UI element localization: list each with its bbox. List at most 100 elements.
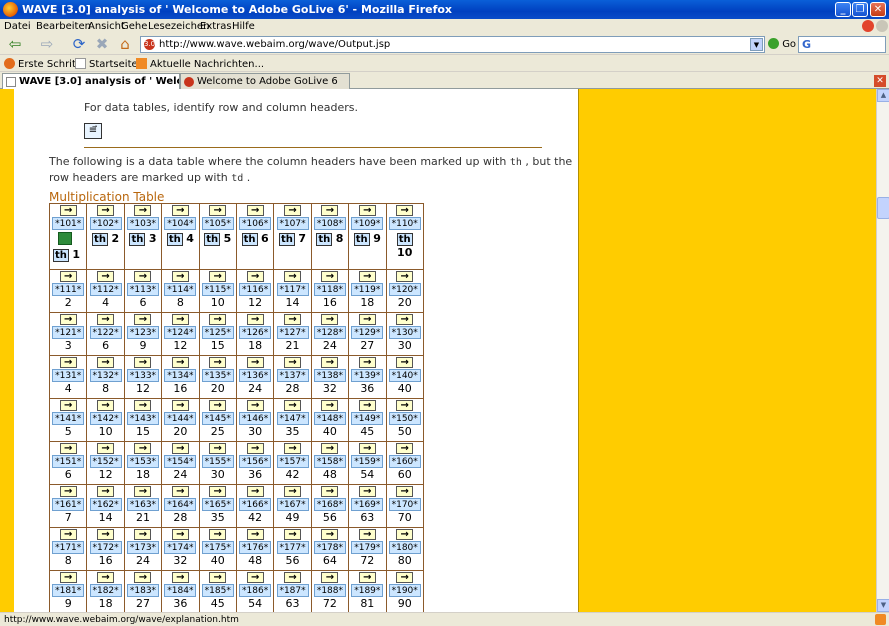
header-value: 4: [186, 232, 194, 245]
header-value: 3: [148, 232, 157, 245]
menu-bearbeiten[interactable]: Bearbeiten: [36, 21, 91, 32]
cell-value: 24: [173, 468, 188, 481]
menu-hilfe[interactable]: Hilfe: [232, 21, 255, 32]
close-tab-icon[interactable]: ✕: [874, 75, 886, 87]
cell-value: 16: [322, 296, 337, 309]
header-id-badge: *140*: [388, 369, 421, 382]
cell-value: 9: [139, 339, 147, 352]
arrow-icon: →: [246, 486, 264, 497]
th-marker: th: [129, 233, 146, 246]
data-cell: → *153* 18: [123, 441, 163, 485]
data-cell: → *138* 32: [310, 355, 350, 399]
arrow-icon: →: [284, 443, 302, 454]
table-row: → *121* 3 → *122* 6 → *123* 9 → *124* 12 → *125* 15 → *1…: [48, 312, 424, 356]
arrow-icon: →: [396, 443, 414, 454]
cell-value: 2: [64, 296, 72, 309]
search-input[interactable]: G: [798, 36, 886, 53]
th-marker: th: [92, 233, 108, 246]
go-label: Go: [782, 39, 797, 50]
bookmark-aktuelle-nachrichten[interactable]: Aktuelle Nachrichten...: [136, 58, 264, 70]
header-id-badge: *164*: [164, 498, 197, 511]
address-bar[interactable]: 3.0 http://www.wave.webaim.org/wave/Outp…: [140, 36, 765, 53]
maximize-button[interactable]: ❐: [852, 2, 868, 17]
tab-wave-analysis[interactable]: WAVE [3.0] analysis of ' Welcome to A...: [2, 73, 180, 89]
page-content: For data tables, identify row and column…: [0, 89, 876, 612]
rss-icon[interactable]: [875, 614, 886, 625]
back-icon[interactable]: ⇦: [6, 36, 24, 53]
cell-value: 12: [98, 468, 113, 481]
data-cell: → *146* 30: [235, 398, 275, 442]
header-cell: → *108* th 8: [310, 203, 350, 270]
header-id-badge: *159*: [351, 455, 384, 468]
bookmark-erste-schritte[interactable]: Erste Schritte: [4, 58, 86, 70]
addon-icon[interactable]: [862, 20, 874, 32]
data-cell: → *136* 24: [235, 355, 275, 399]
header-id-badge: *112*: [89, 283, 122, 296]
th-marker: th: [279, 233, 295, 246]
data-cell: → *125* 15: [198, 312, 237, 356]
minimize-button[interactable]: _: [835, 2, 851, 17]
cell-value: 56: [322, 511, 337, 524]
header-id-badge: *154*: [164, 455, 197, 468]
bookmarks-toolbar: Erste Schritte Startseite Aktuelle Nachr…: [0, 55, 889, 72]
table-row: → *181* 9 → *182* 18 → *183* 27 → *184* 36 → *185* 45 →…: [48, 570, 424, 612]
data-cell: → *131* 4: [48, 355, 88, 399]
cell-value: 32: [173, 554, 188, 567]
header-id-badge: *108*: [313, 217, 346, 230]
data-cell: → *129* 27: [348, 312, 387, 356]
home-icon[interactable]: ⌂: [116, 36, 134, 53]
data-cell: → *181* 9: [48, 570, 88, 612]
title-bar: WAVE [3.0] analysis of ' Welcome to Adob…: [0, 0, 889, 19]
header-value: 10: [397, 246, 413, 259]
forward-icon[interactable]: ⇨: [38, 36, 56, 53]
data-cell: → *127* 21: [273, 312, 312, 356]
go-icon: [768, 38, 779, 49]
cell-value: 30: [397, 339, 412, 352]
header-id-badge: *134*: [164, 369, 197, 382]
url-dropdown-icon[interactable]: ▼: [750, 38, 763, 51]
bookmark-startseite[interactable]: Startseite: [75, 58, 138, 70]
th-marker: th: [396, 233, 413, 246]
arrow-icon: →: [396, 271, 414, 282]
header-value: 9: [373, 232, 381, 245]
stop-icon[interactable]: ✖: [93, 36, 111, 53]
header-value: 6: [261, 232, 269, 245]
header-id-badge: *111*: [52, 283, 85, 296]
th-wrapper: th 6: [237, 232, 272, 246]
arrow-icon: →: [396, 357, 414, 368]
multiplication-table: → *101* th 1 → *102* th 2 → *103* th 3 → *104* th 4…: [48, 203, 424, 612]
header-id-badge: *182*: [89, 584, 122, 597]
arrow-icon: →: [321, 572, 339, 583]
wave-info-icon[interactable]: ≡⃗: [84, 123, 102, 139]
header-id-badge: *103*: [126, 217, 159, 230]
cell-value: 40: [397, 382, 412, 395]
th-marker: th: [353, 233, 370, 246]
data-cell: → *160* 60: [385, 441, 424, 485]
menu-gehe[interactable]: Gehe: [121, 21, 147, 32]
go-button[interactable]: Go: [768, 38, 796, 50]
header-id-badge: *189*: [351, 584, 384, 597]
arrow-icon: →: [246, 529, 264, 540]
arrow-icon: →: [209, 205, 227, 216]
cell-value: 7: [64, 511, 72, 524]
cell-value: 36: [360, 382, 375, 395]
menu-extras[interactable]: Extras: [200, 21, 232, 32]
menu-ansicht[interactable]: Ansicht: [88, 21, 125, 32]
cell-value: 72: [322, 597, 337, 610]
arrow-icon: →: [134, 271, 152, 282]
reload-icon[interactable]: ⟳: [70, 36, 88, 53]
header-id-badge: *127*: [276, 326, 309, 339]
header-id-badge: *156*: [239, 455, 272, 468]
header-id-badge: *102*: [89, 217, 122, 230]
arrow-icon: →: [59, 271, 77, 282]
cell-value: 28: [285, 382, 300, 395]
vertical-scrollbar[interactable]: ▲ ▼: [876, 89, 889, 612]
data-cell: → *139* 36: [348, 355, 387, 399]
header-id-badge: *152*: [89, 455, 122, 468]
menu-datei[interactable]: Datei: [4, 21, 31, 32]
tab-golive[interactable]: Welcome to Adobe GoLive 6: [180, 73, 350, 89]
scroll-up-icon[interactable]: ▲: [877, 89, 889, 102]
close-button[interactable]: ✕: [870, 2, 886, 17]
scroll-down-icon[interactable]: ▼: [877, 599, 889, 612]
scroll-thumb[interactable]: [877, 197, 889, 219]
